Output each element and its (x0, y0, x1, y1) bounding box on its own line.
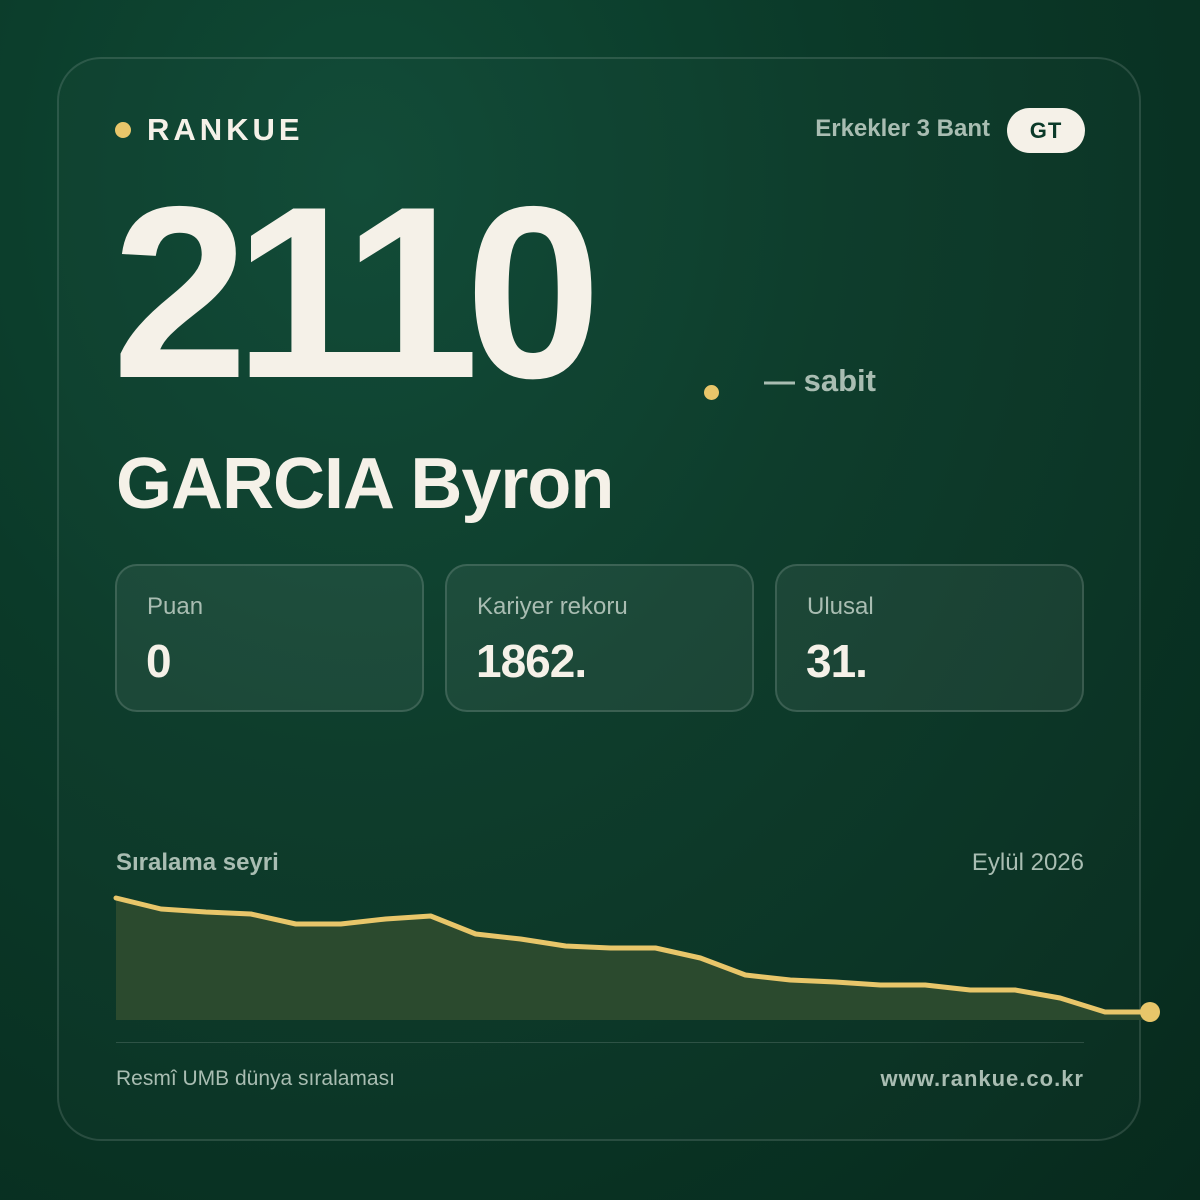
footer-url[interactable]: www.rankue.co.kr (881, 1066, 1084, 1092)
stat-value: 31. (806, 635, 868, 687)
stat-label: Puan (147, 593, 204, 620)
stat-card-national: Ulusal 31. (775, 564, 1084, 712)
stat-label: Ulusal (807, 593, 874, 620)
category-label: Erkekler 3 Bant (815, 115, 990, 142)
brand-dot-icon (115, 122, 131, 138)
rank-dot-icon (704, 385, 719, 400)
stat-card-points: Puan 0 (115, 564, 424, 712)
footer-divider (116, 1042, 1084, 1043)
brand-logo: RANKUE (115, 112, 304, 148)
trend-date: Eylül 2026 (971, 849, 1084, 876)
trend-title: Sıralama seyri (116, 849, 279, 876)
trend-end-marker (1140, 1002, 1160, 1022)
stat-label: Kariyer rekoru (477, 593, 628, 620)
stat-card-career-record: Kariyer rekoru 1862. (445, 564, 754, 712)
rank-change-status: — sabit (764, 363, 876, 398)
stat-value: 0 (146, 635, 172, 687)
player-name: GARCIA Byron (116, 444, 614, 524)
rank-number: 2110 (112, 155, 602, 429)
country-badge: GT (1007, 108, 1085, 153)
stat-value: 1862. (476, 635, 587, 687)
footer-source: Resmî UMB dünya sıralaması (116, 1067, 395, 1090)
brand-name: RANKUE (147, 112, 304, 147)
